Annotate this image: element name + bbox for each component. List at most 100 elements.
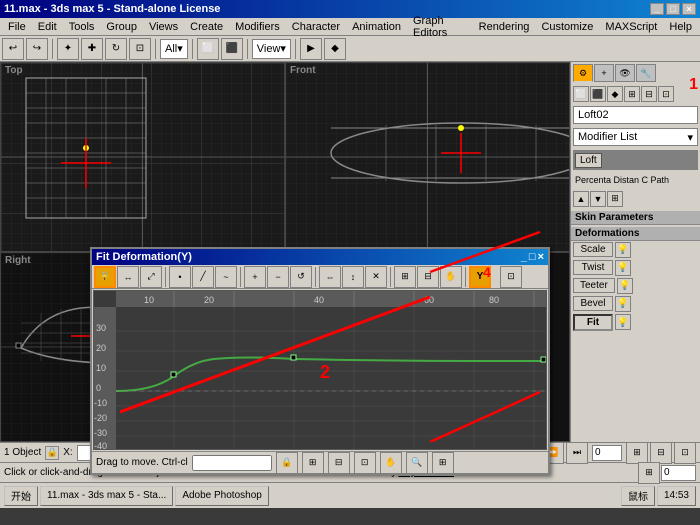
fit-icon[interactable]: 💡 [615,314,631,330]
fit-dialog-close[interactable]: × [538,251,544,263]
path-nav-2[interactable]: ▼ [590,191,606,207]
menu-rendering[interactable]: Rendering [473,20,536,34]
maximize-btn[interactable]: □ [666,3,680,15]
fit-symmetry-btn[interactable]: ⇔ [319,266,341,288]
viewport-front[interactable]: Front [285,62,570,252]
menu-tools[interactable]: Tools [63,20,101,34]
fd-nav-btn6[interactable]: ⊞ [432,452,454,474]
fd-nav-btn5[interactable]: 🔍 [406,452,428,474]
scale-btn[interactable]: ⊡ [129,38,151,60]
object-name-field[interactable]: Loft02 [573,106,698,124]
twist-deform-btn[interactable]: Twist [573,260,613,275]
lock-icon[interactable]: 🔒 [45,446,59,460]
fit-insert-btn[interactable]: + [244,266,266,288]
rp-icon-5[interactable]: ⊟ [641,86,657,102]
fit-line-btn[interactable]: ╱ [192,266,214,288]
fit-dialog-maximize[interactable]: □ [529,251,536,263]
fit-deform-btn[interactable]: Fit [573,314,613,331]
viewport-top-label: Top [5,65,23,76]
skin-params-section: Skin Parameters [571,211,700,225]
select-btn[interactable]: ✦ [57,38,79,60]
menu-grapheditors[interactable]: Graph Editors [407,14,473,40]
rp-icon-1[interactable]: ⬜ [573,86,589,102]
modifier-list-dropdown[interactable]: Modifier List ▾ [573,128,698,146]
panel-tab-utilities[interactable]: 🔧 [636,64,656,82]
twist-icon[interactable]: 💡 [615,260,631,276]
path-nav-3[interactable]: ⊞ [607,191,623,207]
menu-help[interactable]: Help [663,20,698,34]
taskbar-photoshop[interactable]: Adobe Photoshop [175,486,269,506]
mirror-btn[interactable]: ⬜ [197,38,219,60]
redo-btn[interactable]: ↪ [26,38,48,60]
teeter-icon[interactable]: 💡 [617,278,633,294]
fit-dialog-input[interactable] [192,455,272,471]
minimize-btn[interactable]: _ [650,3,664,15]
panel-tab-display[interactable]: 👁 [615,64,635,82]
fd-nav-btn3[interactable]: ⊡ [354,452,376,474]
scale-deform-btn[interactable]: Scale [573,242,613,257]
fd-nav-btn2[interactable]: ⊟ [328,452,350,474]
move-btn[interactable]: ✚ [81,38,103,60]
menu-views[interactable]: Views [143,20,184,34]
taskbar-3dsmax[interactable]: 11.max - 3ds max 5 - Sta... [40,486,173,506]
menu-file[interactable]: File [2,20,32,34]
fit-dialog-minimize[interactable]: _ [521,251,527,263]
menu-create[interactable]: Create [184,20,229,34]
path-nav-1[interactable]: ▲ [573,191,589,207]
panel-tab-create[interactable]: + [594,64,614,82]
fit-delete2-btn[interactable]: ✕ [365,266,387,288]
render-opt-btn[interactable]: ⊡ [674,442,696,464]
rp-icon-4[interactable]: ⊞ [624,86,640,102]
fit-move-btn[interactable]: ↔ [117,266,139,288]
render-all-btn[interactable]: ⊟ [650,442,672,464]
menu-animation[interactable]: Animation [346,20,407,34]
teeter-deform-btn[interactable]: Teeter [573,278,615,293]
render2-btn[interactable]: ◆ [324,38,346,60]
fit-reset-btn[interactable]: ↺ [290,266,312,288]
panel-tab-modify[interactable]: ⚙ [573,64,593,82]
undo-btn[interactable]: ↩ [2,38,24,60]
fd-nav-btn4[interactable]: ✋ [380,452,402,474]
fit-point-btn[interactable]: • [169,266,191,288]
rotate-btn[interactable]: ↻ [105,38,127,60]
goto-end-btn[interactable]: ⏭ [566,442,588,464]
menu-modifiers[interactable]: Modifiers [229,20,286,34]
fit-delete-btn[interactable]: − [267,266,289,288]
fd-nav-btn1[interactable]: ⊞ [302,452,324,474]
mouse-label[interactable]: 鼠标 [621,486,655,506]
view-dropdown[interactable]: View▾ [252,39,291,59]
fit-scale-btn[interactable]: ⤢ [140,266,162,288]
menu-customize[interactable]: Customize [535,20,599,34]
menu-character[interactable]: Character [286,20,346,34]
fit-dialog-canvas[interactable]: 10 20 40 60 80 30 20 10 [93,290,547,450]
bevel-deform-btn[interactable]: Bevel [573,296,613,311]
viewport-top[interactable]: Top [0,62,285,252]
rp-icon-2[interactable]: ⬛ [590,86,606,102]
menu-edit[interactable]: Edit [32,20,63,34]
fit-bezier-btn[interactable]: ~ [215,266,237,288]
fit-zoom2-btn[interactable]: ⊟ [417,266,439,288]
bevel-icon[interactable]: 💡 [615,296,631,312]
scale-icon[interactable]: 💡 [615,242,631,258]
fit-pan-btn[interactable]: ✋ [440,266,462,288]
fd-lock-btn[interactable]: 🔒 [276,452,298,474]
frame-range-input[interactable] [661,465,696,481]
fit-zoom-btn[interactable]: ⊞ [394,266,416,288]
fit-zoom-ext-btn[interactable]: ⊡ [500,266,522,288]
fit-lock-btn[interactable]: 🔒 [94,266,116,288]
start-button[interactable]: 开始 [4,486,38,506]
render-btn[interactable]: ▶ [300,38,322,60]
selection-filter-dropdown[interactable]: All▾ [160,39,188,59]
rp-icon-6[interactable]: ⊡ [658,86,674,102]
close-btn[interactable]: × [682,3,696,15]
fit-dialog-title-bar[interactable]: Fit Deformation(Y) _ □ × [92,249,548,265]
menu-maxscript[interactable]: MAXScript [599,20,663,34]
fit-flip-h-btn[interactable]: ↕ [342,266,364,288]
render-frame-btn[interactable]: ⊞ [626,442,648,464]
rp-icon-3[interactable]: ◆ [607,86,623,102]
frame-input[interactable] [592,445,622,461]
menu-group[interactable]: Group [100,20,143,34]
frame-range-btn[interactable]: ⊞ [638,462,660,484]
loft-stack-item[interactable]: Loft [575,153,602,168]
array-btn[interactable]: ⬛ [221,38,243,60]
